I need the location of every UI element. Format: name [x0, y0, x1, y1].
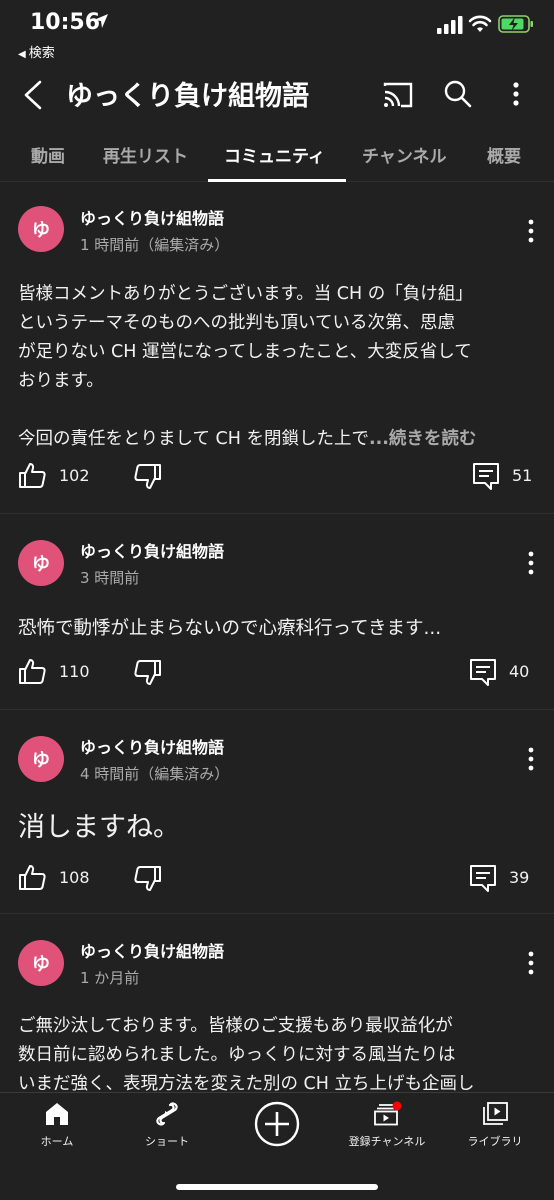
status-bar: 10:56 ◀ 検索 — [0, 0, 554, 66]
post-more-icon[interactable] — [520, 744, 542, 774]
post-text-line: 今回の責任をとりまして CH を閉鎖した上で — [18, 429, 369, 449]
community-post: ゆ ゆっくり負け組物語 1 時間前（編集済み） 皆様コメントありがとうございます… — [0, 182, 554, 514]
comment-icon[interactable] — [468, 657, 498, 687]
post-text[interactable]: 皆様コメントありがとうございます。当 CH の「負け組」 というテーマそのものへ… — [18, 280, 538, 454]
community-post: ゆ ゆっくり負け組物語 1 か月前 ご無沙汰しております。皆様のご支援もあり最収… — [0, 914, 554, 1092]
post-text[interactable]: ご無沙汰しております。皆様のご支援もあり最収益化が 数日前に認められました。ゆっ… — [18, 1012, 538, 1092]
like-icon[interactable] — [16, 459, 48, 491]
post-text-line: 皆様コメントありがとうございます。当 CH の「負け組」 — [18, 284, 473, 304]
nav-label: ショート — [145, 1135, 189, 1148]
nav-home[interactable]: ホーム — [12, 1101, 102, 1149]
tab-playlists[interactable]: 再生リスト — [103, 142, 188, 167]
post-more-icon[interactable] — [520, 548, 542, 578]
back-arrow-icon[interactable] — [16, 76, 52, 114]
home-indicator[interactable] — [176, 1184, 378, 1190]
more-options-icon[interactable] — [502, 78, 530, 110]
channel-tabs: 動画 再生リスト コミュニティ チャンネル 概要 — [0, 124, 554, 182]
like-count: 102 — [59, 466, 90, 485]
comment-count: 39 — [509, 868, 530, 887]
post-text[interactable]: 消しますね。 — [18, 808, 538, 848]
post-text-line: というテーマそのものへの批判も頂いている次第、思慮 — [18, 313, 455, 333]
like-count: 110 — [59, 662, 90, 681]
post-more-icon[interactable] — [520, 948, 542, 978]
tab-channels[interactable]: チャンネル — [362, 142, 447, 167]
post-text-line: 恐怖で動悸が止まらないので心療科行ってきます... — [18, 618, 442, 639]
subscriptions-icon — [374, 1101, 402, 1126]
avatar[interactable]: ゆ — [18, 206, 64, 252]
battery-charging-icon — [498, 15, 533, 33]
post-text-line: ご無沙汰しております。皆様のご支援もあり最収益化が — [18, 1016, 453, 1036]
cast-icon[interactable] — [381, 80, 415, 110]
back-app-label: 検索 — [28, 46, 55, 61]
nav-label: ホーム — [40, 1135, 74, 1148]
back-to-app-link[interactable]: ◀ 検索 — [18, 42, 55, 61]
location-arrow-icon — [94, 14, 108, 28]
home-icon — [46, 1103, 68, 1125]
avatar[interactable]: ゆ — [18, 736, 64, 782]
post-time: 1 か月前 — [80, 969, 140, 987]
dislike-icon[interactable] — [132, 863, 164, 895]
nav-subscriptions[interactable]: 登録チャンネル — [342, 1101, 432, 1149]
avatar[interactable]: ゆ — [18, 540, 64, 586]
comment-count: 40 — [509, 662, 530, 681]
post-author[interactable]: ゆっくり負け組物語 — [80, 205, 224, 229]
post-time: 3 時間前 — [80, 569, 140, 587]
post-author[interactable]: ゆっくり負け組物語 — [80, 938, 224, 962]
shorts-icon — [156, 1102, 178, 1126]
cellular-signal-icon — [437, 16, 463, 34]
post-text-line: いまだ強く、表現方法を変えた別の CH 立ち上げも企画し — [18, 1074, 475, 1092]
post-time: 4 時間前（編集済み） — [80, 765, 230, 783]
tab-about[interactable]: 概要 — [487, 142, 521, 167]
like-icon[interactable] — [16, 655, 48, 687]
library-icon — [483, 1102, 508, 1125]
nav-library[interactable]: ライブラリ — [450, 1101, 540, 1149]
post-text-line: おります。 — [18, 371, 104, 391]
post-text-line: 数日前に認められました。ゆっくりに対する風当たりは — [18, 1045, 456, 1065]
back-triangle-icon: ◀ — [18, 49, 26, 60]
post-text-line: が足りない CH 運営になってしまったこと、大変反省して — [18, 342, 472, 362]
notification-dot — [392, 1101, 402, 1111]
community-post: ゆ ゆっくり負け組物語 3 時間前 恐怖で動悸が止まらないので心療科行ってきます… — [0, 514, 554, 710]
tab-community[interactable]: コミュニティ — [224, 142, 325, 167]
like-count: 108 — [59, 868, 90, 887]
post-text-line: 消しますね。 — [18, 812, 180, 843]
channel-title: ゆっくり負け組物語 — [66, 81, 309, 112]
post-text[interactable]: 恐怖で動悸が止まらないので心療科行ってきます... — [18, 614, 538, 643]
community-post: ゆ ゆっくり負け組物語 4 時間前（編集済み） 消しますね。 108 39 — [0, 710, 554, 914]
wifi-icon — [468, 15, 492, 32]
search-icon[interactable] — [442, 78, 474, 110]
read-more-link[interactable]: ...続きを読む — [369, 429, 476, 449]
post-more-icon[interactable] — [520, 216, 542, 246]
like-icon[interactable] — [16, 861, 48, 893]
comment-icon[interactable] — [471, 461, 501, 491]
dislike-icon[interactable] — [132, 657, 164, 689]
create-icon[interactable] — [254, 1101, 300, 1147]
post-author[interactable]: ゆっくり負け組物語 — [80, 538, 224, 562]
avatar[interactable]: ゆ — [18, 940, 64, 986]
comment-count: 51 — [512, 466, 533, 485]
channel-header: ゆっくり負け組物語 — [0, 66, 554, 124]
comment-icon[interactable] — [468, 863, 498, 893]
nav-label: 登録チャンネル — [348, 1135, 426, 1148]
status-time: 10:56 — [30, 10, 101, 35]
nav-shorts[interactable]: ショート — [122, 1101, 212, 1149]
tab-videos[interactable]: 動画 — [31, 142, 65, 167]
nav-label: ライブラリ — [467, 1135, 523, 1148]
post-author[interactable]: ゆっくり負け組物語 — [80, 734, 224, 758]
post-time: 1 時間前（編集済み） — [80, 236, 230, 254]
dislike-icon[interactable] — [132, 461, 164, 493]
